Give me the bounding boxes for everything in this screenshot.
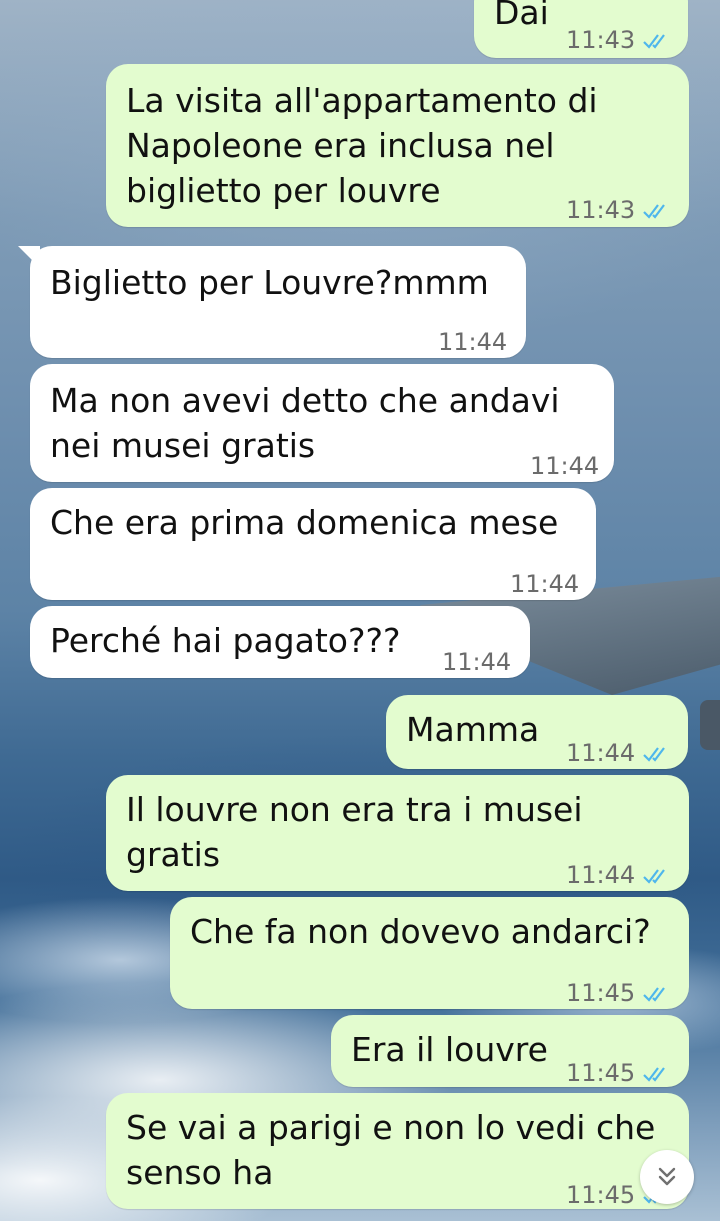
read-double-tick-icon (643, 1066, 666, 1082)
incoming-message[interactable]: Biglietto per Louvre?mmm 11:44 (30, 246, 526, 358)
message-time: 11:44 (530, 452, 600, 480)
incoming-message[interactable]: Perché hai pagato??? 11:44 (30, 606, 530, 678)
message-text: Era il louvre (351, 1030, 548, 1069)
message-text: Ma non avevi detto che andavi nei musei … (50, 381, 560, 465)
double-chevron-down-icon (658, 1167, 676, 1186)
message-meta: 11:44 (530, 444, 599, 489)
message-text: Perché hai pagato??? (50, 621, 401, 660)
message-meta: 11:43 (566, 188, 669, 233)
message-text: Che era prima domenica mese (50, 503, 559, 542)
message-meta: 11:44 (442, 640, 511, 685)
message-text: La visita all'appartamento di Napoleone … (126, 81, 598, 210)
message-time: 11:44 (566, 739, 636, 767)
scroll-to-bottom-button[interactable] (640, 1150, 694, 1204)
message-time: 11:45 (566, 1059, 636, 1087)
read-double-tick-icon (643, 986, 666, 1002)
message-meta: 11:43 (566, 18, 669, 63)
message-time: 11:44 (566, 861, 636, 889)
incoming-message[interactable]: Che era prima domenica mese 11:44 (30, 488, 596, 600)
message-time: 11:45 (566, 1181, 636, 1209)
incoming-message[interactable]: Ma non avevi detto che andavi nei musei … (30, 364, 614, 482)
message-text: Dai (494, 0, 549, 32)
message-time: 11:43 (566, 26, 636, 54)
outgoing-message[interactable]: Mamma 11:44 (386, 695, 688, 769)
message-meta: 11:44 (566, 731, 669, 776)
message-meta: 11:44 (438, 320, 507, 365)
message-time: 11:44 (510, 570, 580, 598)
message-time: 11:43 (566, 196, 636, 224)
message-time: 11:44 (438, 328, 508, 356)
message-text: Che fa non dovevo andarci? (190, 912, 651, 951)
message-list[interactable]: Dai 11:43 La visita all'appartamento di … (0, 0, 720, 1221)
message-meta: 11:45 (566, 1051, 669, 1096)
message-text: Biglietto per Louvre?mmm (50, 263, 489, 302)
outgoing-message[interactable]: Se vai a parigi e non lo vedi che senso … (106, 1093, 689, 1209)
outgoing-message[interactable]: La visita all'appartamento di Napoleone … (106, 64, 689, 227)
message-text: Il louvre non era tra i musei gratis (126, 790, 583, 874)
outgoing-message[interactable]: Era il louvre 11:45 (331, 1015, 689, 1087)
read-double-tick-icon (643, 746, 666, 762)
message-time: 11:44 (442, 648, 512, 676)
message-meta: 11:45 (566, 971, 669, 1016)
outgoing-message[interactable]: Dai 11:43 (474, 0, 688, 58)
message-meta: 11:44 (566, 853, 669, 898)
message-time: 11:45 (566, 979, 636, 1007)
read-double-tick-icon (643, 868, 666, 884)
read-double-tick-icon (643, 33, 666, 49)
outgoing-message[interactable]: Che fa non dovevo andarci? 11:45 (170, 897, 689, 1009)
message-meta: 11:44 (510, 562, 579, 607)
message-text: Mamma (406, 710, 540, 749)
read-double-tick-icon (643, 203, 666, 219)
outgoing-message[interactable]: Il louvre non era tra i musei gratis 11:… (106, 775, 689, 891)
